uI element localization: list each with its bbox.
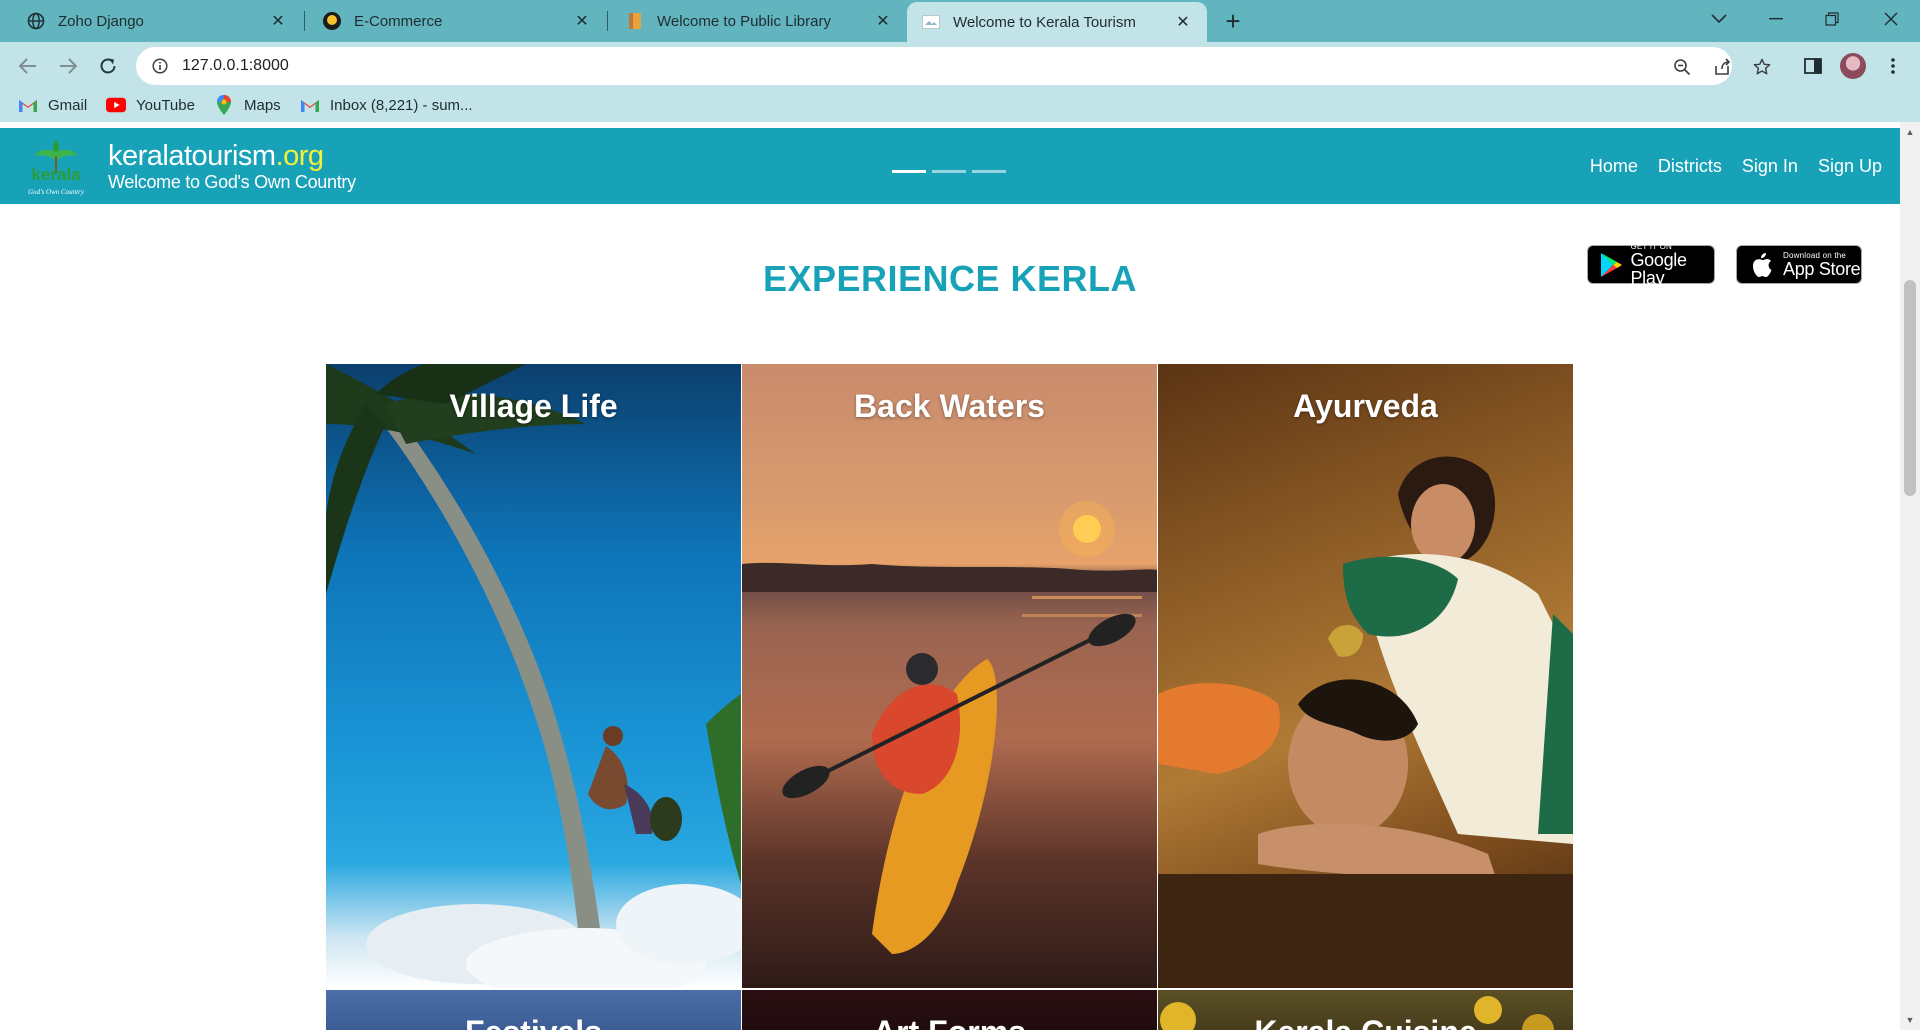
back-waters-image — [742, 501, 1157, 954]
app-store-badge[interactable]: Download on the App Store — [1736, 245, 1862, 284]
page-viewport: kerala God's Own Country keralatourism.o… — [0, 122, 1900, 1030]
carousel-indicator[interactable] — [972, 170, 1006, 173]
new-tab-icon[interactable]: + — [1218, 6, 1248, 36]
youtube-icon — [106, 97, 126, 113]
tab-search-chevron-icon[interactable] — [1695, 0, 1743, 38]
tab-e-commerce[interactable]: E-Commerce ✕ — [304, 0, 606, 42]
maps-icon — [214, 95, 234, 115]
bookmark-youtube[interactable]: YouTube — [106, 94, 195, 116]
nav-sign-in-link[interactable]: Sign In — [1742, 156, 1798, 177]
brand-tagline: Welcome to God's Own Country — [108, 172, 356, 192]
close-tab-icon[interactable]: ✕ — [264, 7, 292, 35]
carousel-indicator[interactable] — [892, 170, 926, 173]
bookmark-gmail[interactable]: Gmail — [18, 94, 87, 116]
ayurveda-image — [1158, 456, 1573, 988]
apple-icon — [1747, 250, 1777, 280]
card-village-life[interactable]: Village Life — [326, 364, 741, 988]
share-icon[interactable] — [1711, 56, 1733, 78]
card-ayurveda[interactable]: Ayurveda — [1158, 364, 1573, 988]
bookmarks-bar: Gmail YouTube Maps Inbox (8,221) - sum..… — [0, 89, 1920, 122]
brand-name: keralatourism.org — [108, 140, 356, 172]
scrollbar-thumb[interactable] — [1904, 280, 1916, 496]
gmail-icon — [300, 97, 320, 113]
card-title: Kerala Cuisine — [1158, 1014, 1573, 1030]
tab-zoho-django[interactable]: Zoho Django ✕ — [0, 0, 302, 42]
bookmark-star-icon[interactable] — [1751, 56, 1773, 78]
tab-title: Welcome to Public Library — [657, 12, 831, 30]
site-navbar: kerala God's Own Country keralatourism.o… — [0, 128, 1900, 204]
e-commerce-favicon — [322, 11, 342, 31]
bookmark-maps[interactable]: Maps — [214, 94, 281, 116]
close-window-icon[interactable] — [1867, 0, 1915, 38]
scroll-up-arrow-icon[interactable]: ▲ — [1904, 126, 1916, 138]
bookmark-label: Gmail — [48, 96, 88, 114]
card-festivals[interactable]: Festivals — [326, 990, 741, 1030]
brand-name-main: keralatourism — [108, 140, 276, 172]
profile-avatar[interactable] — [1840, 53, 1866, 79]
tab-strip: Zoho Django ✕ E-Commerce ✕ Welcome to Pu… — [0, 0, 1920, 42]
site-brand[interactable]: keralatourism.org Welcome to God's Own C… — [108, 140, 356, 192]
zoom-out-icon[interactable] — [1671, 56, 1693, 78]
bookmark-inbox[interactable]: Inbox (8,221) - sum... — [300, 94, 473, 116]
bookmark-label: Inbox (8,221) - sum... — [330, 96, 473, 114]
url-text: 127.0.0.1:8000 — [182, 57, 289, 74]
carousel-indicators — [892, 170, 1006, 173]
card-kerala-cuisine[interactable]: Kerala Cuisine — [1158, 990, 1573, 1030]
restore-icon[interactable] — [1808, 0, 1856, 38]
card-title: Festivals — [326, 1014, 741, 1030]
badge-big-text: App Store — [1783, 258, 1861, 279]
bookmark-label: YouTube — [136, 96, 195, 114]
menu-kebab-icon[interactable] — [1880, 53, 1906, 79]
tab-public-library[interactable]: Welcome to Public Library ✕ — [607, 0, 907, 42]
reload-icon[interactable] — [92, 50, 124, 82]
scroll-down-arrow-icon[interactable]: ▼ — [1904, 1014, 1916, 1026]
badge-big-text: Google Play — [1630, 249, 1687, 288]
bookmark-label: Maps — [244, 96, 281, 114]
logo-text: kerala — [31, 165, 81, 184]
globe-icon — [26, 11, 46, 31]
browser-toolbar: 127.0.0.1:8000 — [0, 42, 1920, 89]
back-arrow-icon[interactable] — [12, 50, 44, 82]
brand-name-tld: .org — [275, 140, 324, 172]
google-play-badge[interactable]: GET IT ON Google Play — [1587, 242, 1715, 288]
page-scrollbar[interactable]: ▲ ▼ — [1900, 122, 1920, 1030]
card-title: Art Forms — [742, 1014, 1157, 1030]
kerala-logo[interactable]: kerala God's Own Country — [20, 136, 92, 198]
tab-title: E-Commerce — [354, 12, 443, 30]
kerala-favicon — [921, 12, 941, 32]
village-life-image — [326, 364, 741, 988]
address-bar[interactable]: 127.0.0.1:8000 — [136, 47, 1771, 85]
logo-caption: God's Own Country — [28, 188, 85, 196]
side-panel-icon[interactable] — [1800, 53, 1826, 79]
nav-home-link[interactable]: Home — [1590, 156, 1638, 177]
site-info-icon[interactable] — [150, 56, 170, 76]
card-art-forms[interactable]: Art Forms — [742, 990, 1157, 1030]
card-title: Ayurveda — [1293, 388, 1438, 424]
close-tab-icon[interactable]: ✕ — [1169, 8, 1197, 36]
site-nav-links: Home Districts Sign In Sign Up — [1590, 128, 1882, 204]
tab-title: Zoho Django — [58, 12, 144, 30]
card-title: Back Waters — [854, 388, 1045, 424]
tab-title: Welcome to Kerala Tourism — [953, 13, 1136, 31]
google-play-icon — [1598, 250, 1624, 280]
carousel-indicator[interactable] — [932, 170, 966, 173]
gmail-icon — [18, 97, 38, 113]
tab-kerala-tourism[interactable]: Welcome to Kerala Tourism ✕ — [907, 2, 1207, 42]
forward-arrow-icon[interactable] — [52, 50, 84, 82]
nav-sign-up-link[interactable]: Sign Up — [1818, 156, 1882, 177]
card-title: Village Life — [449, 388, 618, 424]
minimize-icon[interactable] — [1752, 0, 1800, 38]
close-tab-icon[interactable]: ✕ — [869, 7, 897, 35]
card-back-waters[interactable]: Back Waters — [742, 364, 1157, 988]
library-favicon — [625, 11, 645, 31]
close-tab-icon[interactable]: ✕ — [568, 7, 596, 35]
nav-districts-link[interactable]: Districts — [1658, 156, 1722, 177]
